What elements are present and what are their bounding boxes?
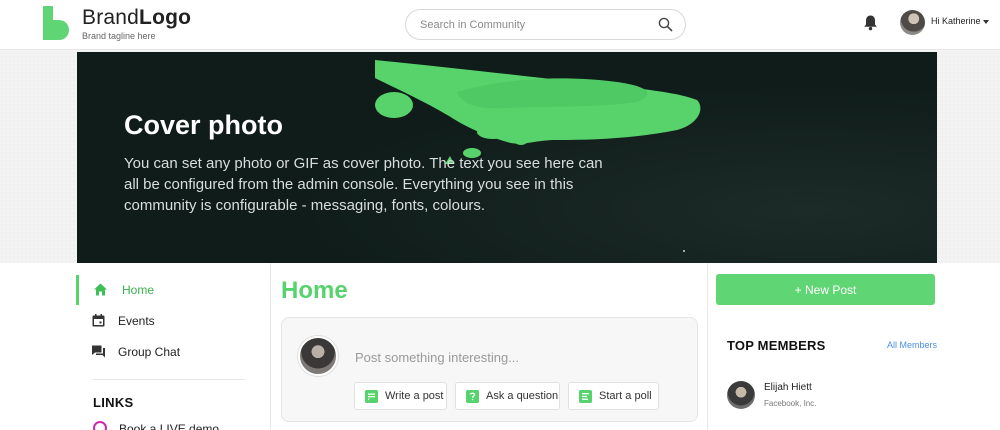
cover-photo: Cover photo You can set any photo or GIF…	[77, 52, 937, 263]
brand-logo-icon[interactable]	[43, 6, 69, 40]
sidebar-link-label: Book a LIVE demo	[119, 422, 220, 430]
new-post-label: + New Post	[794, 283, 857, 297]
ask-question-label: Ask a question	[486, 390, 559, 402]
member-avatar[interactable]	[727, 381, 755, 409]
chevron-down-icon[interactable]	[983, 20, 989, 24]
user-avatar[interactable]	[900, 10, 925, 35]
circle-link-icon	[93, 421, 107, 430]
main-feed: Home Post something interesting... Write…	[271, 263, 707, 430]
all-members-link[interactable]: All Members	[887, 340, 937, 350]
ask-question-button[interactable]: Ask a question	[455, 382, 560, 410]
top-members-heading: TOP MEMBERS	[727, 338, 826, 353]
new-post-button[interactable]: + New Post	[716, 274, 935, 305]
cover-title: Cover photo	[124, 110, 283, 140]
brand-name-regular: Brand	[82, 6, 140, 29]
write-icon	[365, 390, 378, 403]
brand-name-bold: Logo	[139, 6, 192, 29]
sidebar-divider	[93, 379, 245, 380]
member-company: Facebook, Inc.	[764, 399, 817, 408]
poll-icon	[579, 390, 592, 403]
calendar-icon	[92, 314, 105, 327]
sidebar-item-label: Events	[118, 314, 155, 328]
brand-name[interactable]: BrandLogo	[82, 6, 191, 30]
sidebar-item-home[interactable]: Home	[76, 275, 266, 305]
brand-tagline: Brand tagline here	[82, 31, 156, 41]
page-title: Home	[281, 277, 348, 304]
notification-bell-icon[interactable]	[863, 14, 878, 31]
write-post-label: Write a post	[385, 390, 444, 402]
home-icon	[94, 283, 107, 296]
start-poll-label: Start a poll	[599, 390, 652, 402]
composer-avatar	[298, 336, 338, 376]
right-sidebar: + New Post TOP MEMBERS All Members Elija…	[708, 263, 1000, 430]
search-box	[405, 9, 686, 40]
composer-input[interactable]: Post something interesting...	[355, 350, 519, 365]
question-icon	[466, 390, 479, 403]
chat-icon	[92, 345, 105, 358]
member-name[interactable]: Elijah Hiett	[764, 382, 812, 393]
sidebar-item-label: Home	[122, 283, 155, 297]
sidebar-item-label: Group Chat	[118, 345, 181, 359]
search-input[interactable]	[420, 10, 650, 39]
search-icon[interactable]	[658, 17, 673, 32]
cover-description: You can set any photo or GIF as cover ph…	[124, 155, 603, 214]
sidebar-item-group-chat[interactable]: Group Chat	[76, 337, 266, 367]
start-poll-button[interactable]: Start a poll	[568, 382, 659, 410]
links-heading: LINKS	[93, 395, 134, 410]
write-post-button[interactable]: Write a post	[354, 382, 447, 410]
post-composer: Post something interesting... Write a po…	[281, 317, 698, 422]
user-greeting[interactable]: Hi Katherine	[931, 16, 981, 26]
sidebar-item-events[interactable]: Events	[76, 306, 266, 336]
top-header: BrandLogo Brand tagline here Hi Katherin…	[0, 0, 1000, 50]
